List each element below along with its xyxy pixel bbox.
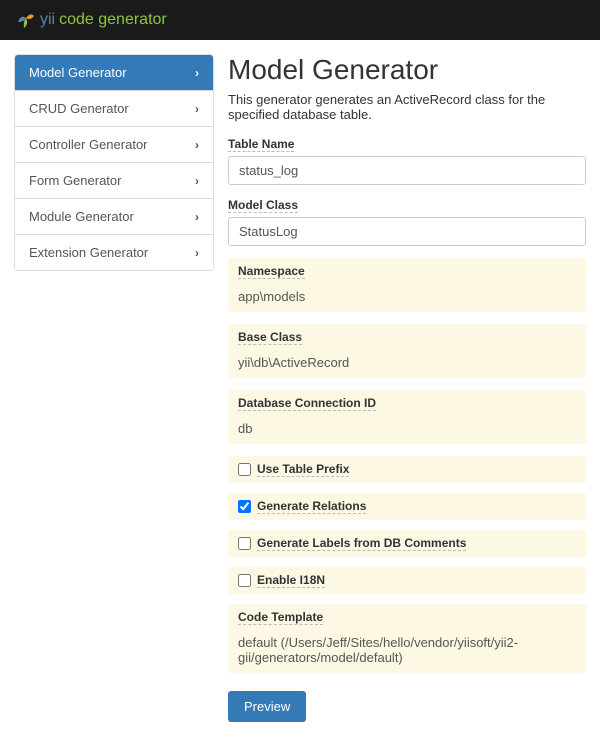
checkbox-use-table-prefix[interactable]: Use Table Prefix xyxy=(228,456,586,483)
field-namespace: Namespace app\models xyxy=(228,258,586,312)
field-code-template: Code Template default (/Users/Jeff/Sites… xyxy=(228,604,586,673)
checkbox-enable-i18n[interactable]: Enable I18N xyxy=(228,567,586,594)
logo: yii code generator xyxy=(14,8,167,32)
label-model-class: Model Class xyxy=(228,198,298,213)
sidebar-item-label: Controller Generator xyxy=(29,137,148,152)
label-code-template: Code Template xyxy=(238,610,323,625)
sidebar-item-controller[interactable]: Controller Generator › xyxy=(15,127,213,163)
checkbox-input-generate-relations[interactable] xyxy=(238,500,251,513)
app-header: yii code generator xyxy=(0,0,600,40)
value-code-template[interactable]: default (/Users/Jeff/Sites/hello/vendor/… xyxy=(228,629,586,673)
preview-button[interactable]: Preview xyxy=(228,691,306,722)
sidebar-item-model[interactable]: Model Generator › xyxy=(15,55,213,91)
main-content: Model Generator This generator generates… xyxy=(228,54,586,722)
field-model-class: Model Class xyxy=(228,197,586,246)
sidebar-item-label: Model Generator xyxy=(29,65,127,80)
logo-text: yii code generator xyxy=(40,11,167,29)
field-base-class: Base Class yii\db\ActiveRecord xyxy=(228,324,586,378)
generator-list: Model Generator › CRUD Generator › Contr… xyxy=(14,54,214,271)
sidebar-item-label: Extension Generator xyxy=(29,245,148,260)
sidebar-item-extension[interactable]: Extension Generator › xyxy=(15,235,213,270)
main-container: Model Generator › CRUD Generator › Contr… xyxy=(0,40,600,736)
sidebar-item-module[interactable]: Module Generator › xyxy=(15,199,213,235)
chevron-right-icon: › xyxy=(195,66,199,80)
field-db-connection: Database Connection ID db xyxy=(228,390,586,444)
label-table-name: Table Name xyxy=(228,137,294,152)
page-title: Model Generator xyxy=(228,54,586,86)
sidebar-item-label: Module Generator xyxy=(29,209,134,224)
checkbox-generate-labels[interactable]: Generate Labels from DB Comments xyxy=(228,530,586,557)
yii-logo-icon xyxy=(14,8,38,32)
sidebar-item-form[interactable]: Form Generator › xyxy=(15,163,213,199)
checkbox-generate-relations[interactable]: Generate Relations xyxy=(228,493,586,520)
chevron-right-icon: › xyxy=(195,102,199,116)
sidebar-item-crud[interactable]: CRUD Generator › xyxy=(15,91,213,127)
checkbox-input-enable-i18n[interactable] xyxy=(238,574,251,587)
input-table-name[interactable] xyxy=(228,156,586,185)
checkbox-label-enable-i18n: Enable I18N xyxy=(257,573,325,588)
label-base-class: Base Class xyxy=(238,330,302,345)
sidebar: Model Generator › CRUD Generator › Contr… xyxy=(14,54,214,722)
checkbox-input-generate-labels[interactable] xyxy=(238,537,251,550)
chevron-right-icon: › xyxy=(195,174,199,188)
value-db-connection[interactable]: db xyxy=(228,415,586,444)
checkbox-label-generate-relations: Generate Relations xyxy=(257,499,366,514)
input-model-class[interactable] xyxy=(228,217,586,246)
logo-yii: yii xyxy=(40,11,55,28)
label-namespace: Namespace xyxy=(238,264,305,279)
value-namespace[interactable]: app\models xyxy=(228,283,586,312)
sidebar-item-label: Form Generator xyxy=(29,173,121,188)
chevron-right-icon: › xyxy=(195,210,199,224)
value-base-class[interactable]: yii\db\ActiveRecord xyxy=(228,349,586,378)
sidebar-item-label: CRUD Generator xyxy=(29,101,129,116)
field-table-name: Table Name xyxy=(228,136,586,185)
chevron-right-icon: › xyxy=(195,138,199,152)
label-db-connection: Database Connection ID xyxy=(238,396,376,411)
chevron-right-icon: › xyxy=(195,246,199,260)
checkbox-input-use-table-prefix[interactable] xyxy=(238,463,251,476)
page-description: This generator generates an ActiveRecord… xyxy=(228,92,586,122)
logo-code: code generator xyxy=(59,11,167,28)
checkbox-label-generate-labels: Generate Labels from DB Comments xyxy=(257,536,466,551)
checkbox-label-use-table-prefix: Use Table Prefix xyxy=(257,462,349,477)
